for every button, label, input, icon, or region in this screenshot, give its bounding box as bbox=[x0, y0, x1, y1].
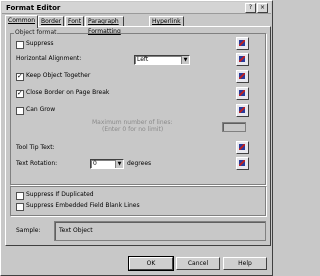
ok-button[interactable]: OK bbox=[128, 256, 174, 271]
close-window-button[interactable]: × bbox=[257, 3, 268, 13]
chevron-down-icon: ▼ bbox=[115, 160, 123, 168]
alignment-formula-button[interactable] bbox=[236, 53, 249, 66]
cancel-button[interactable]: Cancel bbox=[176, 257, 220, 270]
keep-object-together-checkbox[interactable] bbox=[16, 72, 24, 81]
sample-text: Text Object bbox=[59, 227, 93, 234]
suppress-embedded-label: Suppress Embedded Field Blank Lines bbox=[26, 202, 140, 209]
sample-preview-box: Text Object bbox=[54, 221, 266, 241]
tab-common[interactable]: Common bbox=[5, 15, 39, 28]
suppress-embedded-checkbox[interactable] bbox=[16, 203, 24, 211]
close-border-label: Close Border on Page Break bbox=[26, 89, 110, 96]
suppress-label: Suppress bbox=[26, 40, 54, 47]
suppress-duplicated-label: Suppress If Duplicated bbox=[26, 191, 94, 198]
object-format-label: Object format bbox=[14, 29, 58, 36]
max-lines-input[interactable] bbox=[222, 122, 246, 132]
can-grow-checkbox[interactable] bbox=[16, 107, 24, 115]
close-border-checkbox[interactable] bbox=[16, 89, 24, 98]
can-grow-formula-button[interactable] bbox=[236, 104, 249, 117]
format-editor-window: Format Editor ? × Common Border Font Par… bbox=[0, 0, 273, 276]
degrees-label: degrees bbox=[127, 160, 152, 167]
horizontal-alignment-value: Left bbox=[137, 56, 149, 63]
suppress-checkbox[interactable] bbox=[16, 41, 24, 49]
suppress-duplicated-checkbox[interactable] bbox=[16, 192, 24, 200]
tool-tip-label: Tool Tip Text: bbox=[16, 144, 55, 151]
help-button[interactable]: Help bbox=[223, 257, 267, 270]
tool-tip-formula-button[interactable] bbox=[236, 141, 249, 154]
horizontal-alignment-select[interactable]: Left ▼ bbox=[134, 55, 190, 65]
chevron-down-icon: ▼ bbox=[181, 56, 189, 64]
close-border-formula-button[interactable] bbox=[236, 87, 249, 100]
sample-label: Sample: bbox=[16, 227, 41, 234]
window-title: Format Editor bbox=[6, 4, 61, 12]
common-tab-panel: Object format Suppress Horizontal Alignm… bbox=[5, 26, 271, 246]
suppress-formula-button[interactable] bbox=[236, 37, 249, 50]
can-grow-label: Can Grow bbox=[26, 106, 56, 113]
text-rotation-select[interactable]: 0 ▼ bbox=[90, 159, 124, 169]
text-rotation-value: 0 bbox=[93, 160, 97, 167]
text-rotation-formula-button[interactable] bbox=[236, 157, 249, 170]
keep-object-together-label: Keep Object Together bbox=[26, 72, 91, 79]
max-lines-hint: (Enter 0 for no limit) bbox=[102, 126, 164, 133]
help-title-button[interactable]: ? bbox=[245, 3, 256, 13]
title-bar: Format Editor ? × bbox=[2, 2, 271, 14]
text-rotation-label: Text Rotation: bbox=[16, 160, 58, 167]
horizontal-alignment-label: Horizontal Alignment: bbox=[16, 55, 82, 62]
max-lines-label: Maximum number of lines: bbox=[92, 119, 173, 126]
keep-together-formula-button[interactable] bbox=[236, 70, 249, 83]
